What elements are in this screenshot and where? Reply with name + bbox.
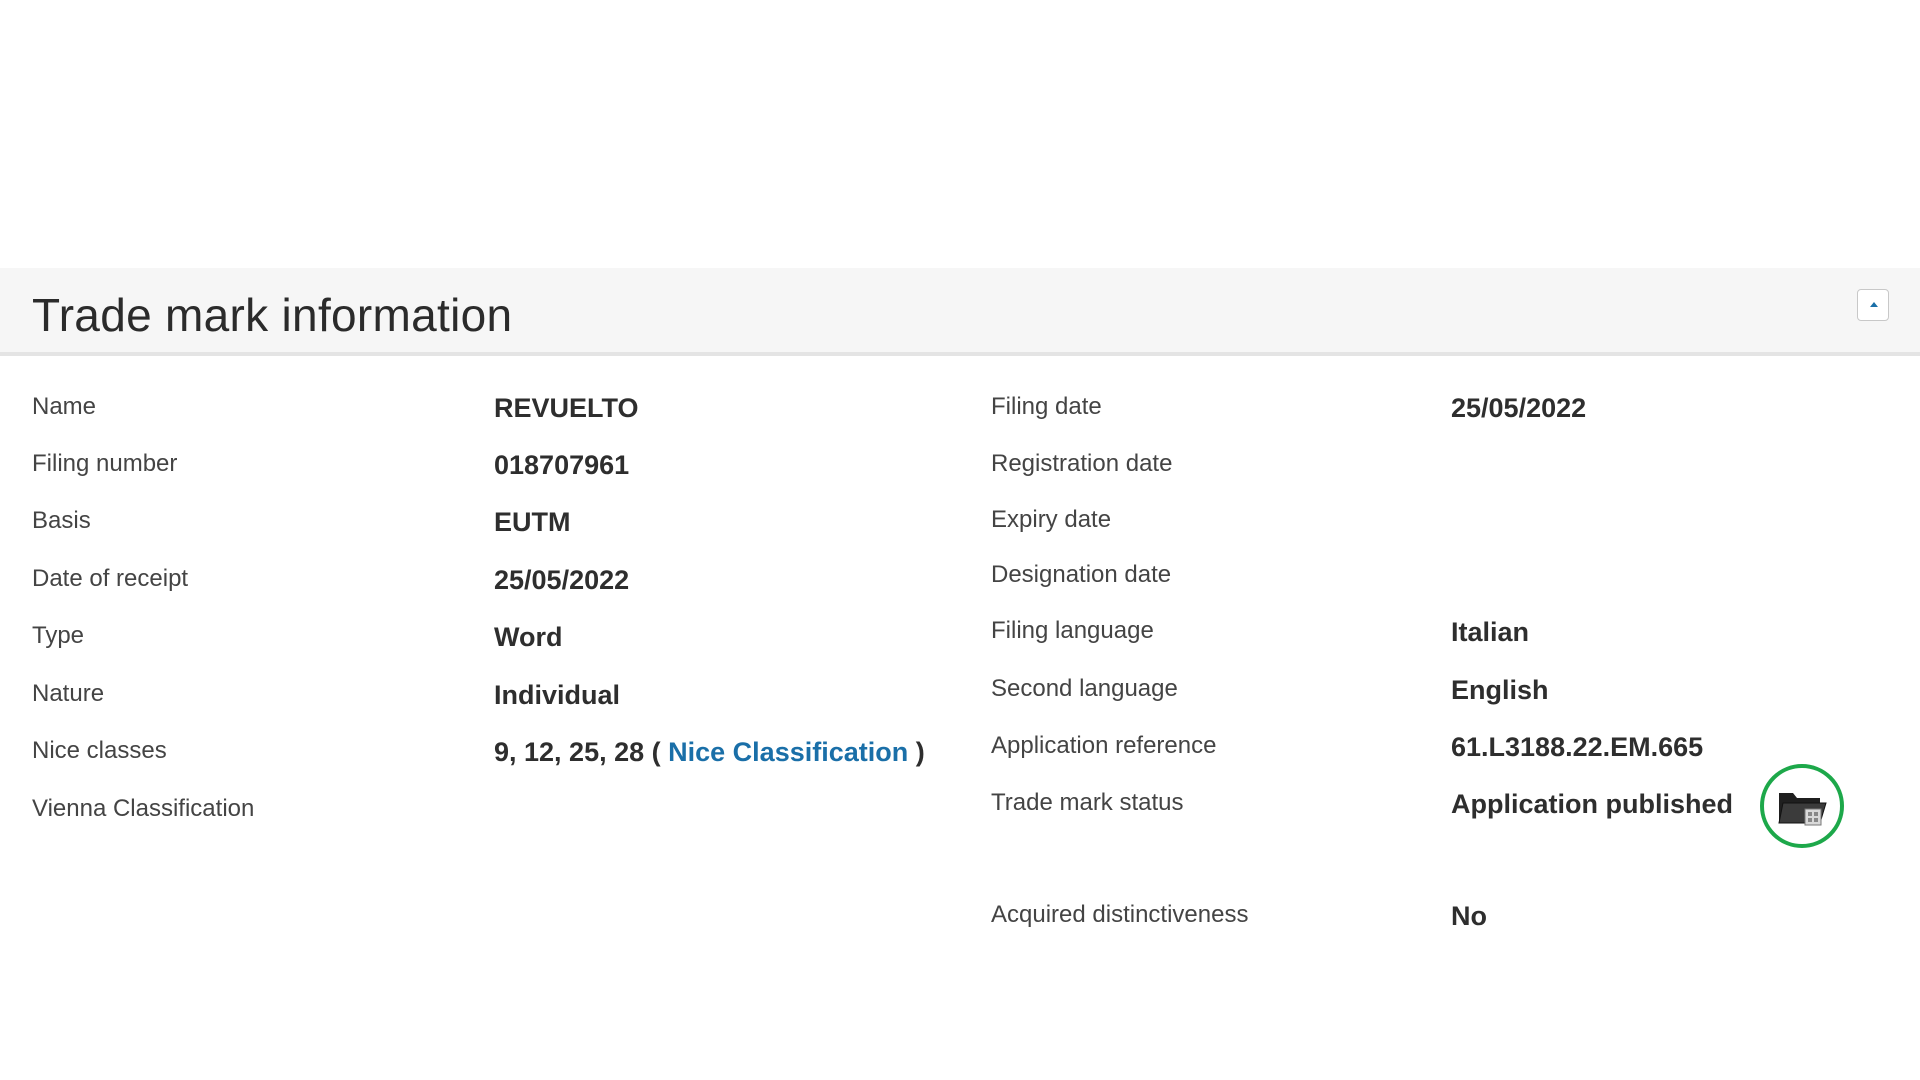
nice-classification-link[interactable]: Nice Classification xyxy=(668,737,908,767)
name-label: Name xyxy=(32,393,97,420)
vienna-classification-label: Vienna Classification xyxy=(32,795,255,822)
filing-number-value: 018707961 xyxy=(494,450,630,480)
date-of-receipt-label: Date of receipt xyxy=(32,565,189,592)
second-language-value: English xyxy=(1451,675,1549,705)
filing-date-value: 25/05/2022 xyxy=(1451,393,1587,423)
trade-mark-status-value: Application published xyxy=(1451,789,1733,819)
second-language-label: Second language xyxy=(991,675,1178,702)
nice-classes-numbers: 9, 12, 25, 28 ( xyxy=(494,737,661,767)
type-value: Word xyxy=(494,622,563,652)
section-title: Trade mark information xyxy=(32,289,513,341)
caret-up-icon xyxy=(1870,302,1878,307)
section-header: Trade mark information xyxy=(0,268,1920,356)
folder-status-icon[interactable] xyxy=(1760,764,1844,848)
expiry-date-label: Expiry date xyxy=(991,506,1112,533)
nice-classes-suffix: ) xyxy=(915,737,925,767)
application-reference-label: Application reference xyxy=(991,732,1217,759)
nice-classes-label: Nice classes xyxy=(32,737,167,764)
collapse-button[interactable] xyxy=(1857,289,1889,321)
name-value: REVUELTO xyxy=(494,393,639,423)
application-reference-value: 61.L3188.22.EM.665 xyxy=(1451,732,1704,762)
designation-date-label: Designation date xyxy=(991,561,1172,588)
type-label: Type xyxy=(32,622,85,649)
date-of-receipt-value: 25/05/2022 xyxy=(494,565,630,595)
acquired-distinctiveness-value: No xyxy=(1451,901,1487,931)
filing-number-label: Filing number xyxy=(32,450,178,477)
nature-value: Individual xyxy=(494,680,621,710)
basis-value: EUTM xyxy=(494,507,571,537)
folder-icon xyxy=(1778,793,1827,826)
nature-label: Nature xyxy=(32,680,105,707)
trade-mark-status-label: Trade mark status xyxy=(991,789,1184,816)
filing-language-label: Filing language xyxy=(991,617,1154,644)
basis-label: Basis xyxy=(32,507,91,534)
filing-date-label: Filing date xyxy=(991,393,1102,420)
registration-date-label: Registration date xyxy=(991,450,1173,477)
acquired-distinctiveness-label: Acquired distinctiveness xyxy=(991,901,1249,928)
filing-language-value: Italian xyxy=(1451,617,1530,647)
nice-classes-value: 9, 12, 25, 28 ( Nice Classification ) xyxy=(494,737,925,768)
